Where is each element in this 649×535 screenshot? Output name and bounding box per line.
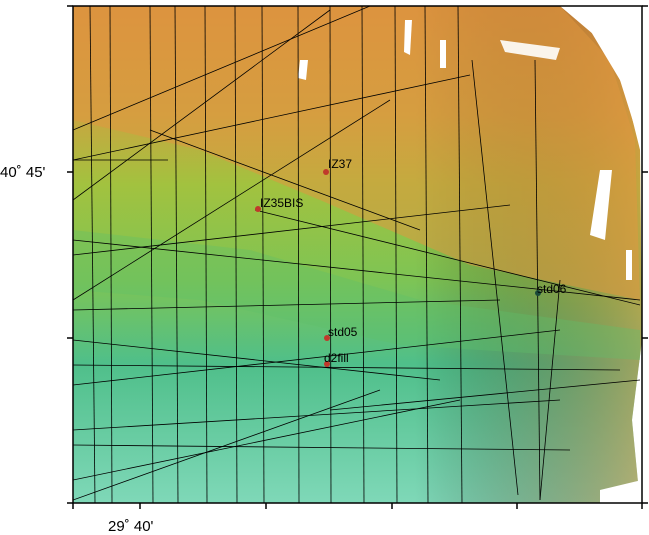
- station-d2fill[interactable]: d2fill: [324, 351, 349, 367]
- station-std05[interactable]: std05: [324, 325, 358, 341]
- station-label: std05: [328, 325, 358, 339]
- station-label: IZ35BIS: [260, 196, 303, 210]
- lat-label-40-45: 40˚ 45': [0, 164, 46, 181]
- station-label: d2fill: [324, 351, 349, 365]
- station-iz35bis[interactable]: IZ35BIS: [255, 196, 303, 212]
- bathymetry-map: IZ37 IZ35BIS std06 std05 d2fill 40˚ 45' …: [0, 0, 649, 535]
- station-label: std06: [537, 282, 567, 296]
- station-label: IZ37: [328, 157, 352, 171]
- station-std06[interactable]: std06: [535, 282, 567, 296]
- lon-label-29-40: 29˚ 40': [108, 518, 154, 535]
